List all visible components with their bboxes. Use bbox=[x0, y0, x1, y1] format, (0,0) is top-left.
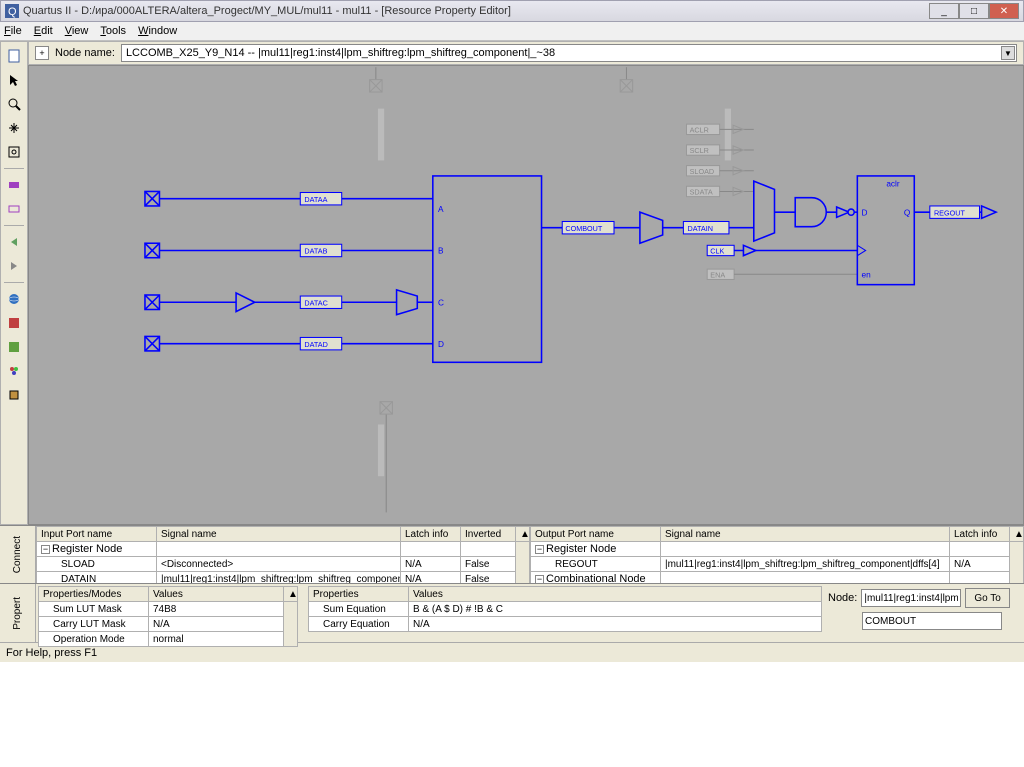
svg-text:DATAC: DATAC bbox=[304, 298, 327, 307]
properties-panel: Propert Properties/ModesValues▲ Sum LUT … bbox=[0, 584, 1024, 642]
svg-text:SCLR: SCLR bbox=[690, 146, 709, 155]
input-port-datac: DATAC bbox=[145, 290, 433, 315]
tool-green-icon[interactable] bbox=[4, 337, 24, 357]
menu-window[interactable]: Window bbox=[138, 25, 177, 37]
node-name-value: LCCOMB_X25_Y9_N14 -- |mul11|reg1:inst4|l… bbox=[126, 47, 555, 59]
tool-fit-icon[interactable] bbox=[4, 142, 24, 162]
svg-text:B: B bbox=[438, 247, 444, 256]
status-text: For Help, press F1 bbox=[6, 647, 97, 659]
svg-text:SDATA: SDATA bbox=[690, 188, 713, 197]
tool-globe-icon[interactable] bbox=[4, 289, 24, 309]
node-name-label: Node name: bbox=[55, 47, 115, 59]
output-ports-table[interactable]: Output Port nameSignal nameLatch info▲ −… bbox=[530, 526, 1024, 583]
svg-text:DATAA: DATAA bbox=[304, 195, 327, 204]
lut-block bbox=[433, 176, 542, 362]
svg-text:D: D bbox=[438, 340, 444, 349]
svg-text:aclr: aclr bbox=[886, 179, 900, 188]
node-name-combo[interactable]: LCCOMB_X25_Y9_N14 -- |mul11|reg1:inst4|l… bbox=[121, 44, 1017, 62]
svg-text:C: C bbox=[438, 298, 444, 307]
svg-text:ENA: ENA bbox=[710, 270, 725, 279]
svg-text:DATAD: DATAD bbox=[304, 340, 327, 349]
svg-text:CLK: CLK bbox=[710, 247, 724, 256]
left-toolbar bbox=[0, 41, 28, 525]
svg-text:en: en bbox=[861, 270, 871, 279]
input-ports-table[interactable]: Input Port nameSignal nameLatch infoInve… bbox=[36, 526, 530, 583]
svg-text:DATAIN: DATAIN bbox=[688, 224, 713, 233]
menu-tools[interactable]: Tools bbox=[100, 25, 126, 37]
tool-purple1-icon[interactable] bbox=[4, 175, 24, 195]
connectivity-panel: Connect Input Port nameSignal nameLatch … bbox=[0, 526, 1024, 584]
node-go-panel: Node: Go To bbox=[824, 584, 1024, 642]
register-block bbox=[857, 176, 914, 285]
schematic-canvas[interactable]: DATAA DATAB bbox=[28, 65, 1024, 525]
tool-chip-icon[interactable] bbox=[4, 385, 24, 405]
menubar: File Edit View Tools Window bbox=[0, 22, 1024, 41]
node-name-bar: + Node name: LCCOMB_X25_Y9_N14 -- |mul11… bbox=[28, 41, 1024, 65]
properties-table-left[interactable]: Properties/ModesValues▲ Sum LUT Mask74B8… bbox=[38, 586, 298, 647]
app-icon: Q bbox=[5, 4, 19, 18]
node-label: Node: bbox=[828, 592, 857, 604]
tool-pan-icon[interactable] bbox=[4, 118, 24, 138]
input-port-datab: DATAB bbox=[145, 243, 433, 257]
properties-table-right[interactable]: PropertiesValues Sum EquationB & (A $ D)… bbox=[308, 586, 822, 632]
tool-page-icon[interactable] bbox=[4, 46, 24, 66]
tool-palette-icon[interactable] bbox=[4, 361, 24, 381]
svg-text:D: D bbox=[861, 208, 867, 217]
node-sel-combo[interactable] bbox=[862, 612, 1002, 630]
chevron-down-icon[interactable]: ▼ bbox=[1001, 46, 1015, 60]
svg-text:COMBOUT: COMBOUT bbox=[565, 224, 603, 233]
tool-zoom-icon[interactable] bbox=[4, 94, 24, 114]
titlebar: Q Quartus II - D:/ира/000ALTERA/altera_P… bbox=[0, 0, 1024, 22]
goto-button[interactable]: Go To bbox=[965, 588, 1010, 608]
svg-text:Q: Q bbox=[904, 208, 911, 217]
menu-view[interactable]: View bbox=[65, 25, 89, 37]
svg-text:A: A bbox=[438, 205, 444, 214]
tool-pointer-icon[interactable] bbox=[4, 70, 24, 90]
svg-text:Q: Q bbox=[8, 6, 17, 18]
svg-text:SLOAD: SLOAD bbox=[690, 167, 715, 176]
close-button[interactable]: ✕ bbox=[989, 3, 1019, 19]
menu-edit[interactable]: Edit bbox=[34, 25, 53, 37]
tool-red-icon[interactable] bbox=[4, 313, 24, 333]
tool-forward-icon[interactable] bbox=[4, 256, 24, 276]
expand-button[interactable]: + bbox=[35, 46, 49, 60]
maximize-button[interactable]: □ bbox=[959, 3, 989, 19]
svg-text:REGOUT: REGOUT bbox=[934, 208, 966, 217]
tool-purple2-icon[interactable] bbox=[4, 199, 24, 219]
window-controls: _ □ ✕ bbox=[929, 3, 1019, 19]
tool-back-icon[interactable] bbox=[4, 232, 24, 252]
input-port-dataa: DATAA bbox=[145, 191, 433, 205]
connectivity-tab[interactable]: Connect bbox=[0, 526, 36, 583]
window-title: Quartus II - D:/ира/000ALTERA/altera_Pro… bbox=[23, 5, 929, 17]
svg-text:ACLR: ACLR bbox=[690, 125, 709, 134]
node-combo[interactable] bbox=[861, 589, 961, 607]
svg-text:DATAB: DATAB bbox=[304, 247, 327, 256]
minimize-button[interactable]: _ bbox=[929, 3, 959, 19]
menu-file[interactable]: File bbox=[4, 25, 22, 37]
properties-tab[interactable]: Propert bbox=[0, 584, 36, 642]
input-port-datad: DATAD bbox=[145, 336, 433, 350]
